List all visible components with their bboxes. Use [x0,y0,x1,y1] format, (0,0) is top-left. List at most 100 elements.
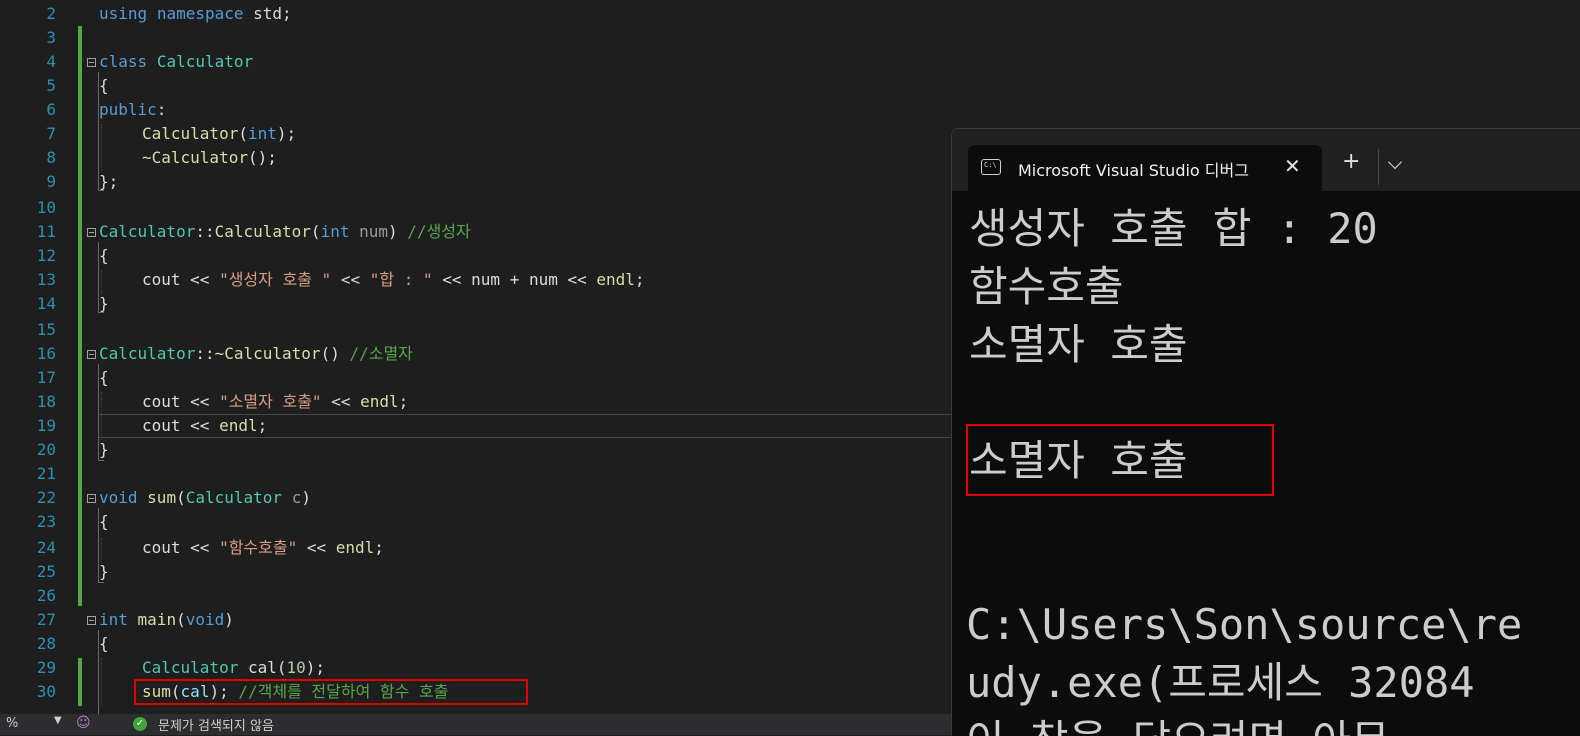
indent-guide [101,658,102,706]
code-text: : [156,100,167,119]
function-name: endl [335,538,375,557]
code-text: ; [257,416,268,435]
code-text: () [320,344,340,363]
divider [1378,149,1379,185]
code-line-29[interactable]: Calculator cal(10); [142,656,325,680]
code-text: ; [634,270,645,289]
code-line-24[interactable]: cout << "함수호출" << endl; [142,536,384,560]
code-line-27[interactable]: int main(void) [99,608,234,632]
code-line-9[interactable]: }; [99,170,118,194]
annotation-highlight-box [134,679,528,705]
code-line-23[interactable]: { [99,510,109,534]
code-line-5[interactable]: { [99,74,109,98]
code-line-12[interactable]: { [99,244,109,268]
line-number: 21 [36,464,56,483]
fold-toggle[interactable] [87,58,96,67]
fold-toggle[interactable] [87,228,96,237]
line-number: 15 [36,320,56,339]
fold-toggle[interactable] [87,494,96,503]
code-line-19[interactable]: cout << endl; [142,414,267,438]
brace: } [99,562,109,581]
line-number: 3 [46,28,56,47]
keyword: int [247,124,277,143]
code-text: :: [195,222,215,241]
change-marker [78,658,82,706]
line-number: 25 [36,562,56,581]
zoom-level[interactable]: % [6,716,18,731]
code-line-28[interactable]: { [99,632,109,656]
code-line-16[interactable]: Calculator::~Calculator() //소멸자 [99,342,413,366]
chevron-down-icon[interactable]: ▼ [54,715,62,726]
line-number: 26 [36,586,56,605]
keyword: using [99,4,148,23]
fold-toggle[interactable] [87,616,96,625]
code-line-17[interactable]: { [99,366,109,390]
type-name: Calculator [142,658,239,677]
code-text: std; [243,4,292,23]
line-number: 30 [36,682,56,701]
function-name: endl [219,416,258,435]
brace: { [99,76,109,95]
line-number: 29 [36,658,56,677]
code-line-18[interactable]: cout << "소멸자 호출" << endl; [142,390,408,414]
code-text: ) [224,610,234,629]
line-number: 11 [36,222,56,241]
function-name: Calculator [142,124,239,143]
code-line-8[interactable]: ~Calculator(); [142,146,277,170]
code-line-11[interactable]: Calculator::Calculator(int num) //생성자 [99,220,471,244]
chevron-down-icon[interactable] [1387,154,1403,170]
code-text: ); [305,658,326,677]
code-text: ( [176,488,186,507]
brace: { [99,512,109,531]
code-line-20[interactable]: } [99,438,109,462]
console-output-line: 함수호출 [969,262,1124,311]
indent-guide [101,392,102,440]
brace: { [99,634,109,653]
line-number: 24 [36,538,56,557]
code-text: << [331,270,370,289]
line-number: 7 [46,124,56,143]
line-number: 16 [36,344,56,363]
number-literal: 10 [286,658,306,677]
function-name: endl [596,270,635,289]
code-line-13[interactable]: cout << "생성자 호출 " << "합 : " << num + num… [142,268,645,292]
brace: } [99,294,109,313]
comment: //소멸자 [349,344,413,363]
code-line-4[interactable]: class Calculator [99,50,253,74]
variable: cal [247,658,277,677]
code-line-2[interactable]: using namespace std; [99,2,292,26]
console-output-line: 소멸자 호출 [969,320,1188,369]
indent-guide [101,270,102,294]
new-tab-icon[interactable]: + [1342,151,1360,173]
type-name: Calculator [156,52,254,71]
close-icon[interactable]: ✕ [1284,154,1301,178]
console-path-line: udy.exe(프로세스 32084 [966,658,1475,707]
code-text: ) [388,222,398,241]
code-text: :: [195,344,215,363]
code-line-22[interactable]: void sum(Calculator c) [99,486,311,510]
debug-console-window[interactable]: C:\ Microsoft Visual Studio 디버그 ✕ + 생성자 … [951,128,1580,736]
issues-status[interactable]: 문제가 검색되지 않음 [158,715,274,734]
terminal-tab[interactable]: C:\ Microsoft Visual Studio 디버그 ✕ [968,145,1322,191]
code-line-14[interactable]: } [99,292,109,316]
line-number: 13 [36,270,56,289]
comment: //생성자 [407,222,471,241]
function-name: ~Calculator [142,148,248,167]
line-number: 27 [36,610,56,629]
terminal-icon: C:\ [981,159,1001,175]
brace: { [99,246,109,265]
code-text: ( [310,222,321,241]
code-text: ( [276,658,287,677]
keyword: int [99,610,128,629]
string-literal: "소멸자 호출" [219,392,322,411]
code-line-6[interactable]: public: [99,98,166,122]
copilot-icon[interactable]: ☺ [76,715,91,731]
console-path-line: C:\Users\Son\source\re [966,600,1523,649]
string-literal: "합 : " [369,270,433,289]
code-text: cout << [142,416,220,435]
code-line-7[interactable]: Calculator(int); [142,122,296,146]
indent-guide [101,124,102,172]
fold-toggle[interactable] [87,350,96,359]
code-line-25[interactable]: } [99,560,109,584]
annotation-highlight-box [966,424,1274,496]
